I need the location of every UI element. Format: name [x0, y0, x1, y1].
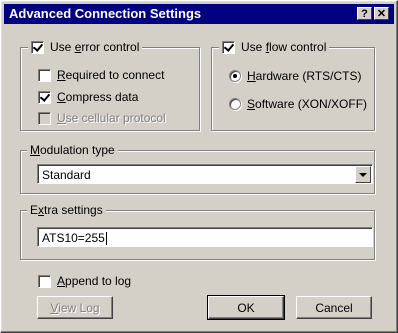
radio-dot [229, 98, 241, 110]
close-button[interactable]: ✕ [374, 7, 389, 20]
checkbox-box [38, 111, 51, 125]
help-button[interactable]: ? [357, 7, 372, 20]
modulation-type-label: Modulation type [27, 143, 118, 157]
checkbox-box [38, 90, 51, 104]
use-error-control-label: Use error control [50, 40, 140, 54]
extra-settings-group: Ex tra settings ATS10=255 [20, 203, 375, 260]
checkbox-box [38, 274, 51, 288]
modulation-type-dropdown[interactable]: Standard [37, 164, 373, 184]
title-bar: Advanced Connection Settings ? ✕ [4, 4, 394, 24]
append-to-log-checkbox[interactable]: Append to log [38, 274, 131, 288]
hardware-label: Hardware (RTS/CTS) [247, 69, 362, 83]
checkbox-box [38, 68, 51, 82]
use-flow-control-checkbox[interactable]: Use flow control [219, 40, 330, 54]
flow-control-group: Use flow control Hardware (RTS/CTS) Soft… [211, 40, 375, 131]
ok-button[interactable]: OK [207, 295, 285, 320]
append-to-log-label: Append to log [57, 274, 132, 288]
advanced-connection-settings-dialog: Advanced Connection Settings ? ✕ Use err… [0, 0, 398, 333]
use-cellular-protocol-label: Use cellular protocol [57, 111, 166, 125]
required-to-connect-label: Required to connect [57, 68, 165, 82]
use-error-control-checkbox[interactable]: Use error control [28, 40, 143, 54]
software-label: Software (XON/XOFF) [247, 97, 368, 111]
dropdown-arrow-button[interactable] [355, 166, 371, 183]
chevron-down-icon [359, 172, 367, 177]
dialog-title: Advanced Connection Settings [9, 6, 202, 21]
compress-data-checkbox[interactable]: Compress data [38, 90, 138, 104]
cancel-label: Cancel [315, 300, 353, 315]
ok-label: OK [237, 300, 255, 315]
text-caret [105, 232, 107, 246]
extra-settings-value: ATS10=255 [42, 231, 105, 245]
checkbox-box [31, 40, 44, 54]
view-log-button: View Log [37, 296, 113, 319]
radio-dot [229, 70, 241, 82]
hardware-rts-cts-radio[interactable]: Hardware (RTS/CTS) [229, 69, 361, 83]
checkbox-box [222, 40, 235, 54]
extra-settings-input[interactable]: ATS10=255 [37, 227, 373, 247]
modulation-type-group: Modulation type Standard [20, 143, 375, 194]
software-xon-xoff-radio[interactable]: Software (XON/XOFF) [229, 97, 367, 111]
use-cellular-protocol-checkbox: Use cellular protocol [38, 111, 166, 125]
error-control-group: Use error control Required to connect Co… [20, 40, 200, 131]
compress-data-label: Compress data [57, 90, 139, 104]
use-flow-control-label: Use flow control [241, 40, 327, 54]
modulation-type-value: Standard [42, 168, 91, 182]
extra-settings-label: Ex tra settings [27, 203, 106, 217]
cancel-button[interactable]: Cancel [296, 296, 372, 319]
required-to-connect-checkbox[interactable]: Required to connect [38, 68, 164, 82]
